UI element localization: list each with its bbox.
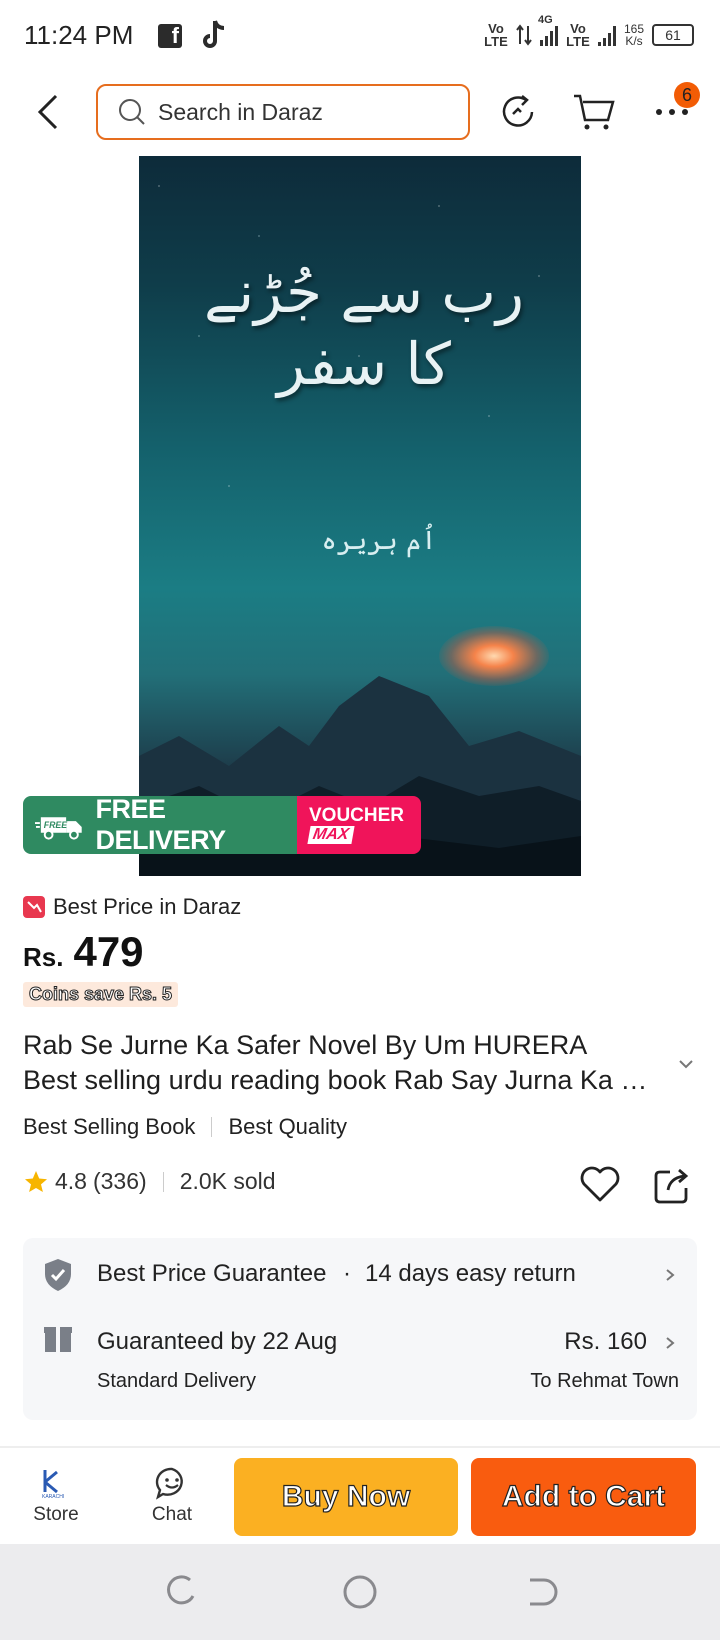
- price-currency: Rs.: [23, 942, 64, 972]
- chevron-right-icon: [666, 1337, 675, 1349]
- package-icon: [44, 1327, 72, 1352]
- net-speed-unit: K/s: [625, 34, 643, 48]
- status-indicators: Vo LTE 4G Vo LTE 165 K/s 61: [484, 14, 694, 49]
- net-speed: 165 K/s: [624, 23, 644, 47]
- store-label: Store: [33, 1504, 79, 1525]
- bottom-action-bar: KARACHI Store Chat Buy Now Add to Cart: [0, 1446, 720, 1544]
- voucher-max-badge: VOUCHER MAX: [297, 796, 421, 854]
- rating-divider: [162, 1171, 164, 1192]
- coins-save-badge: Coins save Rs. 5: [23, 982, 179, 1007]
- battery-indicator: 61: [652, 24, 694, 46]
- chat-button[interactable]: Chat: [132, 1456, 212, 1536]
- product-image[interactable]: رب سے جُڑنے کا سفر اُم ہریرہ: [139, 156, 581, 876]
- delivery-type: Standard Delivery: [97, 1370, 256, 1392]
- cover-title: رب سے جُڑنے کا سفر: [203, 258, 525, 398]
- status-bar: 11:24 PM f Vo LTE 4G Vo LTE 165 K/s 61: [0, 0, 720, 74]
- sold-count: 2.0K sold: [179, 1168, 276, 1194]
- signal-1: 4G: [538, 14, 558, 46]
- history-icon: [502, 95, 534, 127]
- expand-title-chevron-icon[interactable]: [676, 1054, 696, 1074]
- free-delivery-badge: FREE FREE DELIVERY: [23, 796, 297, 854]
- product-tags: Best Selling Book Best Quality: [23, 1114, 347, 1140]
- delivery-fee: Rs. 160: [564, 1328, 647, 1355]
- guarantee-row[interactable]: Best Price Guarantee · 14 days easy retu…: [23, 1238, 697, 1312]
- product-title-line-2: Best selling urdu reading book Rab Say J…: [23, 1065, 663, 1095]
- recent-apps-icon[interactable]: [160, 1572, 200, 1612]
- best-price-icon: [23, 896, 45, 918]
- history-button[interactable]: [494, 88, 542, 136]
- buy-now-button[interactable]: Buy Now: [234, 1458, 458, 1536]
- review-count: (336): [92, 1168, 147, 1194]
- search-placeholder: Search in Daraz: [158, 98, 323, 125]
- cart-icon: [574, 94, 615, 130]
- wishlist-heart-icon[interactable]: [578, 1162, 622, 1206]
- free-delivery-text: FREE DELIVERY: [95, 796, 227, 854]
- cart-badge: 6: [674, 82, 700, 108]
- tiktok-icon: [203, 20, 225, 48]
- star-icon: [25, 1170, 47, 1192]
- facebook-icon: f: [158, 23, 182, 48]
- add-to-cart-button[interactable]: Add to Cart: [471, 1458, 696, 1536]
- signal-bars-2: [597, 24, 616, 46]
- tag-divider: [211, 1117, 213, 1137]
- store-button[interactable]: KARACHI Store: [16, 1456, 96, 1536]
- volte-indicator-1: Vo LTE: [484, 21, 508, 49]
- delivery-date: Guaranteed by 22 Aug: [97, 1328, 338, 1355]
- system-nav-bar: [0, 1544, 720, 1640]
- free-tag: FREE: [44, 820, 69, 830]
- back-chevron-icon[interactable]: [30, 90, 66, 134]
- facebook-glyph: f: [171, 23, 179, 48]
- voucher-max-text: MAX: [307, 826, 355, 844]
- product-price: Rs. 479: [23, 928, 144, 976]
- best-price-text: Best Price in Daraz: [53, 894, 242, 919]
- network-type: 4G: [537, 14, 553, 26]
- best-price-guarantee: Best Price Guarantee: [97, 1260, 327, 1287]
- cart-button[interactable]: [570, 88, 618, 136]
- tag-best-quality: Best Quality: [228, 1114, 348, 1139]
- back-nav-icon[interactable]: [520, 1572, 560, 1612]
- product-title-line-1: Rab Se Jurne Ka Safer Novel By Um HURERA: [23, 1030, 588, 1060]
- voucher-text: VOUCHER: [309, 805, 405, 826]
- share-icon[interactable]: [652, 1162, 692, 1206]
- chevron-right-icon: [666, 1269, 675, 1281]
- store-logo-icon: KARACHI: [42, 1470, 64, 1500]
- chat-label: Chat: [151, 1504, 193, 1525]
- cover-author: اُم ہریرہ: [321, 526, 437, 556]
- search-icon: [119, 99, 145, 125]
- shield-check-icon: [45, 1259, 71, 1291]
- easy-return: 14 days easy return: [365, 1260, 576, 1287]
- delivery-location: To Rehmat Town: [530, 1370, 679, 1392]
- tag-best-selling: Best Selling Book: [23, 1114, 196, 1139]
- info-dot: ·: [343, 1260, 351, 1287]
- rating-row[interactable]: 4.8 (336) 2.0K sold: [23, 1168, 276, 1195]
- delivery-row[interactable]: Guaranteed by 22 Aug Standard Delivery R…: [23, 1312, 697, 1420]
- top-header: Search in Daraz 6: [0, 74, 720, 156]
- more-icon: [656, 109, 688, 115]
- price-amount: 479: [73, 928, 144, 975]
- search-input[interactable]: Search in Daraz: [96, 84, 470, 140]
- promo-banner: FREE FREE DELIVERY VOUCHER MAX: [23, 796, 421, 854]
- home-icon[interactable]: [340, 1572, 380, 1612]
- more-button[interactable]: 6: [648, 82, 700, 136]
- data-arrows-icon: [516, 24, 532, 46]
- store-logo-text: KARACHI: [42, 1494, 64, 1500]
- delivery-truck-icon: FREE: [35, 817, 82, 840]
- volte-indicator-2: Vo LTE: [566, 21, 590, 49]
- best-price-label: Best Price in Daraz: [23, 894, 241, 920]
- product-title[interactable]: Rab Se Jurne Ka Safer Novel By Um HURERA…: [23, 1028, 663, 1098]
- signal-bars-1: [539, 24, 558, 46]
- chat-icon: [155, 1467, 183, 1500]
- service-info-card: Best Price Guarantee · 14 days easy retu…: [23, 1238, 697, 1420]
- rating-value: 4.8: [55, 1168, 87, 1194]
- status-time: 11:24 PM: [24, 20, 134, 50]
